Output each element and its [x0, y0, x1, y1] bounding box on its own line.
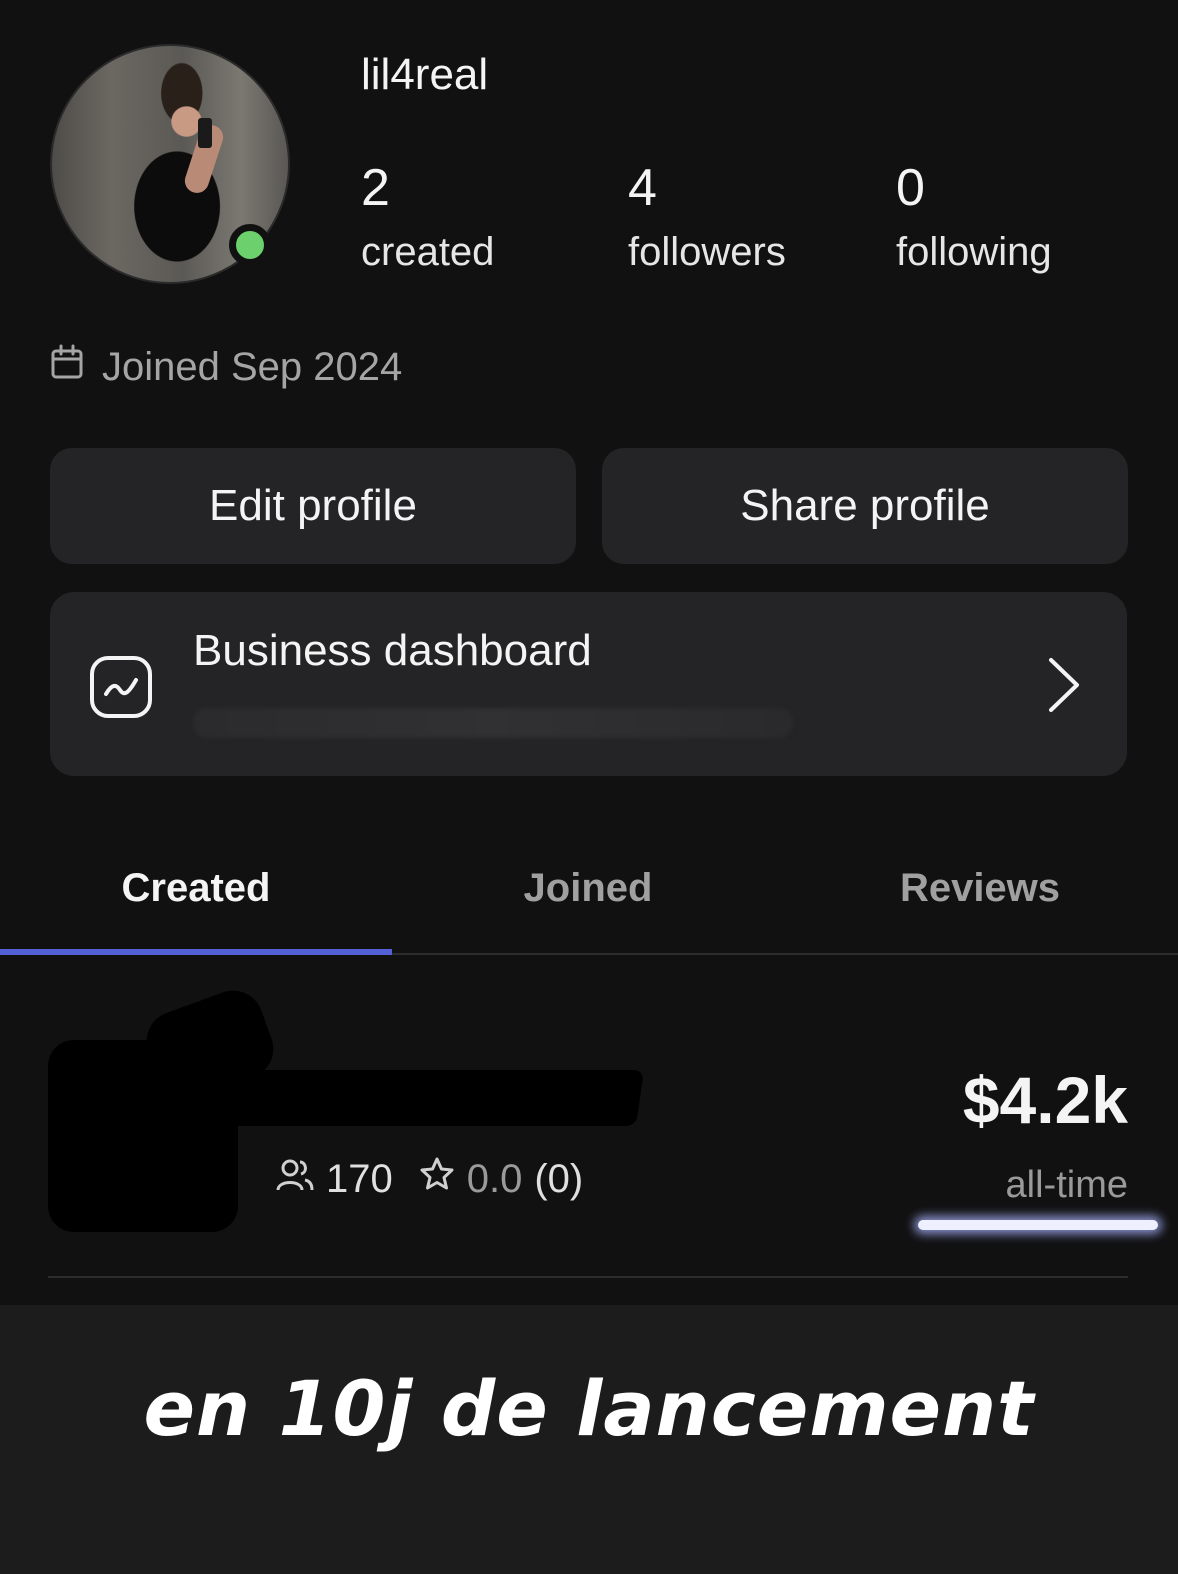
joined-text: Joined Sep 2024	[102, 344, 403, 389]
star-icon	[419, 1156, 455, 1202]
avatar-phone	[198, 118, 212, 148]
item-thumbnail-redacted[interactable]	[48, 1040, 238, 1232]
stat-created-value: 2	[361, 159, 390, 217]
earnings-period: all-time	[1005, 1164, 1128, 1206]
stat-following-value: 0	[896, 159, 925, 217]
stat-followers-value: 4	[628, 159, 657, 217]
tab-active-indicator	[0, 949, 392, 955]
members-count: 170	[326, 1156, 393, 1201]
item-meta: 170 0.0 (0)	[276, 1156, 583, 1202]
stat-following-label: following	[896, 230, 1052, 274]
item-title-redacted	[186, 1070, 644, 1126]
username: lil4real	[361, 50, 489, 99]
highlight-underline	[918, 1220, 1158, 1230]
stat-following[interactable]: 0 following	[896, 158, 1052, 275]
stat-followers-label: followers	[628, 230, 786, 274]
members-icon	[276, 1157, 314, 1202]
share-profile-button[interactable]: Share profile	[602, 448, 1128, 564]
business-dashboard-subtitle-blurred	[193, 708, 793, 738]
business-dashboard-button[interactable]: Business dashboard	[50, 592, 1127, 776]
tab-created[interactable]: Created	[0, 866, 392, 911]
earnings-amount: $4.2k	[962, 1063, 1128, 1137]
rating-value: 0.0	[466, 1156, 523, 1201]
chart-trend-icon	[88, 654, 154, 725]
stat-created-label: created	[361, 230, 495, 274]
joined-date: Joined Sep 2024	[50, 344, 402, 390]
caption-text: en 10j de lancement	[143, 1364, 1035, 1453]
calendar-icon	[50, 344, 84, 390]
tab-reviews[interactable]: Reviews	[784, 866, 1176, 911]
review-count: (0)	[534, 1156, 584, 1201]
edit-profile-button[interactable]: Edit profile	[50, 448, 576, 564]
stat-followers[interactable]: 4 followers	[628, 158, 786, 275]
chevron-right-icon	[1047, 656, 1081, 719]
tab-joined[interactable]: Joined	[392, 866, 784, 911]
stat-created[interactable]: 2 created	[361, 158, 494, 275]
business-dashboard-title: Business dashboard	[193, 626, 592, 675]
item-divider	[48, 1276, 1128, 1278]
profile-screen: lil4real 2 created 4 followers 0 followi…	[0, 0, 1178, 1305]
online-status-dot	[229, 224, 271, 266]
